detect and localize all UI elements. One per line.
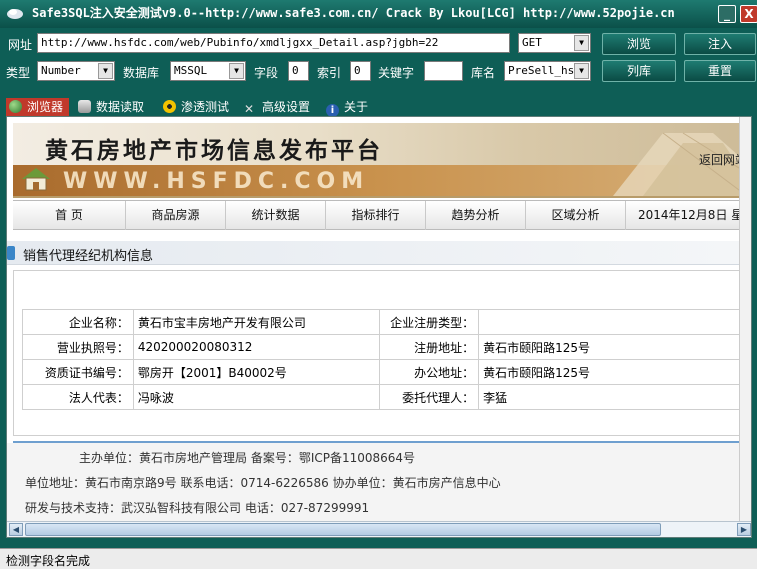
- nav-listings[interactable]: 商品房源: [126, 201, 226, 230]
- info-key: 企业名称：: [22, 309, 134, 335]
- index-input[interactable]: 0: [350, 61, 371, 81]
- type-value: Number: [41, 64, 81, 77]
- reset-button[interactable]: 重置: [684, 60, 756, 82]
- keyword-label: 关键字: [378, 66, 415, 80]
- section-header: 销售代理经纪机构信息: [7, 241, 741, 265]
- tab-browser[interactable]: 浏览器: [6, 98, 70, 116]
- close-button[interactable]: X: [740, 5, 757, 23]
- url-input[interactable]: http://www.hsfdc.com/web/Pubinfo/xmdljgx…: [37, 33, 510, 53]
- nav-home[interactable]: 首 页: [13, 201, 126, 230]
- info-key: 办公地址：: [378, 359, 480, 385]
- section-marker: [7, 246, 15, 260]
- embedded-browser[interactable]: 黄石房地产市场信息发布平台 WWW.HSFDC.COM 返回网站 首 页 商品房…: [6, 116, 752, 538]
- horizontal-scrollbar[interactable]: ◀ ▶: [7, 521, 751, 537]
- inject-button[interactable]: 注入: [684, 33, 756, 55]
- site-footer: 主办单位：黄石市房地产管理局 备案号：鄂ICP备11008664号 单位地址：黄…: [7, 443, 741, 522]
- info-key: 营业执照号：: [22, 334, 134, 360]
- status-bar: 检测字段名完成: [0, 548, 757, 569]
- footer-line-2: 单位地址：黄石市南京路9号 联系电话：0714-6226586 协办单位：黄石市…: [25, 476, 501, 490]
- nav-statistics[interactable]: 统计数据: [226, 201, 326, 230]
- info-key: 注册地址：: [378, 334, 480, 360]
- list-databases-button[interactable]: 列库: [602, 60, 676, 82]
- info-value: 黄石市宝丰房地产开发有限公司: [132, 309, 380, 335]
- scroll-right-icon[interactable]: ▶: [737, 523, 751, 536]
- dbname-label: 库名: [471, 66, 496, 80]
- minimize-button[interactable]: _: [718, 5, 736, 23]
- app-logo-icon: [7, 9, 23, 19]
- database-label: 数据库: [123, 66, 160, 80]
- nav-date: 2014年12月8日 星期: [638, 208, 741, 222]
- table-row: 营业执照号： 420200020080312 注册地址： 黄石市颐阳路125号: [22, 334, 740, 360]
- tab-about-label: 关于: [344, 100, 369, 114]
- site-banner: 黄石房地产市场信息发布平台 WWW.HSFDC.COM 返回网站: [13, 123, 741, 198]
- chevron-down-icon[interactable]: ▼: [229, 63, 244, 79]
- table-row: 法人代表： 冯咏波 委托代理人： 李猛: [22, 384, 740, 410]
- footer-line-3: 研发与技术支持：武汉弘智科技有限公司 电话：027-87299991: [25, 501, 370, 515]
- type-label: 类型: [6, 66, 31, 80]
- tab-advanced-label: 高级设置: [262, 100, 311, 114]
- method-select[interactable]: GET ▼: [518, 33, 591, 53]
- vertical-scrollbar[interactable]: [739, 117, 751, 522]
- nav-rankings[interactable]: 指标排行: [326, 201, 426, 230]
- keyword-input[interactable]: [424, 61, 463, 81]
- back-to-site-link[interactable]: 返回网站: [699, 151, 741, 168]
- section-title: 销售代理经纪机构信息: [23, 249, 154, 264]
- dbname-select[interactable]: PreSell_hs ▼: [504, 61, 591, 81]
- method-value: GET: [522, 36, 542, 49]
- info-key: 资质证书编号：: [22, 359, 134, 385]
- database-icon: [78, 100, 91, 113]
- radiation-icon: [163, 100, 176, 113]
- info-key: 企业注册类型：: [378, 309, 480, 335]
- status-text: 检测字段名完成: [6, 554, 91, 568]
- tab-data-read-label: 数据读取: [96, 100, 145, 114]
- dbname-value: PreSell_hs: [508, 64, 575, 77]
- table-row: 资质证书编号： 鄂房开【2001】B40002号 办公地址： 黄石市颐阳路125…: [22, 359, 740, 385]
- info-value: 李猛: [478, 384, 740, 410]
- info-value: 鄂房开【2001】B40002号: [132, 359, 380, 385]
- info-value: 420200020080312: [132, 334, 380, 360]
- title-bar: Safe3SQL注入安全测试v9.0--http://www.safe3.com…: [0, 0, 757, 28]
- house-icon: [22, 168, 50, 191]
- info-key: 法人代表：: [22, 384, 134, 410]
- tab-about[interactable]: i 关于: [326, 98, 369, 117]
- info-value: 黄石市颐阳路125号: [478, 334, 740, 360]
- url-label: 网址: [8, 38, 33, 52]
- field-input[interactable]: 0: [288, 61, 309, 81]
- info-value: 黄石市颐阳路125号: [478, 359, 740, 385]
- info-value: 冯咏波: [132, 384, 380, 410]
- type-select[interactable]: Number ▼: [37, 61, 115, 81]
- scroll-left-icon[interactable]: ◀: [9, 523, 23, 536]
- info-key: 委托代理人：: [378, 384, 480, 410]
- site-nav: 首 页 商品房源 统计数据 指标排行 趋势分析 区域分析 2014年12月8日 …: [13, 200, 741, 230]
- nav-regions[interactable]: 区域分析: [526, 201, 626, 230]
- database-select[interactable]: MSSQL ▼: [170, 61, 246, 81]
- agency-info-table: 企业名称： 黄石市宝丰房地产开发有限公司 企业注册类型： 营业执照号： 4202…: [22, 309, 740, 410]
- tab-data-read[interactable]: 数据读取: [78, 98, 144, 116]
- tab-browser-label: 浏览器: [27, 100, 64, 114]
- browse-button[interactable]: 浏览: [602, 33, 676, 55]
- table-row: 企业名称： 黄石市宝丰房地产开发有限公司 企业注册类型：: [22, 309, 740, 335]
- info-value: [478, 309, 740, 335]
- nav-trends[interactable]: 趋势分析: [426, 201, 526, 230]
- tools-icon: ✕: [244, 102, 255, 116]
- index-label: 索引: [317, 66, 342, 80]
- database-value: MSSQL: [174, 64, 208, 77]
- web-page: 黄石房地产市场信息发布平台 WWW.HSFDC.COM 返回网站 首 页 商品房…: [7, 117, 741, 522]
- footer-line-1: 主办单位：黄石市房地产管理局 备案号：鄂ICP备11008664号: [79, 451, 416, 465]
- tab-pentest-label: 渗透测试: [181, 100, 230, 114]
- tab-advanced[interactable]: ✕ 高级设置: [244, 98, 310, 116]
- site-url-graphic: WWW.HSFDC.COM: [63, 169, 370, 194]
- chevron-down-icon[interactable]: ▼: [574, 35, 589, 51]
- tab-pentest[interactable]: 渗透测试: [163, 98, 229, 116]
- site-title: 黄石房地产市场信息发布平台: [45, 137, 383, 164]
- chevron-down-icon[interactable]: ▼: [98, 63, 113, 79]
- field-label: 字段: [254, 66, 279, 80]
- globe-icon: [9, 100, 22, 113]
- window-title: Safe3SQL注入安全测试v9.0--http://www.safe3.com…: [32, 6, 675, 20]
- chevron-down-icon[interactable]: ▼: [574, 63, 589, 79]
- scroll-thumb[interactable]: [25, 523, 661, 536]
- agency-info-panel: 企业名称： 黄石市宝丰房地产开发有限公司 企业注册类型： 营业执照号： 4202…: [13, 270, 741, 436]
